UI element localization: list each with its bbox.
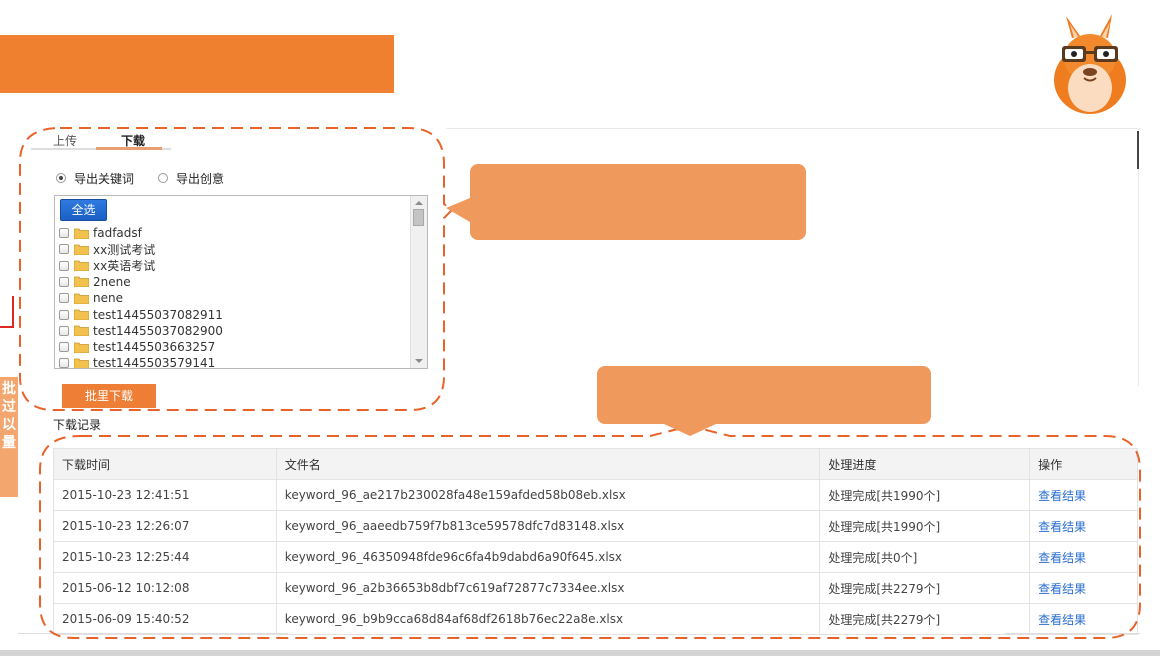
cell-progress: 处理完成[共2279个] [819,603,1031,635]
callout-bubble-top [470,164,806,240]
table-row: 2015-06-09 15:40:52 keyword_96_b9b9cca68d… [53,603,1138,635]
tab-active-indicator [96,147,162,150]
cell-progress: 处理完成[共1990个] [819,479,1031,511]
radio-export-keywords[interactable]: 导出关键词 [56,170,134,186]
checkbox[interactable] [59,309,69,320]
tree-item[interactable]: xx英语考试 [59,258,155,274]
col-progress: 处理进度 [819,448,1031,480]
table-row: 2015-06-12 10:12:08 keyword_96_a2b36653b8… [53,572,1138,604]
view-result-link[interactable]: 查看结果 [1029,603,1138,635]
checkbox[interactable] [59,342,69,353]
tree-item-label: xx英语考试 [93,259,156,274]
folder-icon [74,358,89,368]
radio-label: 导出创意 [176,171,225,186]
cell-download-time: 2015-06-09 15:40:52 [53,603,277,635]
folder-icon [74,293,89,304]
cell-file-name: keyword_96_ae217b230028fa48e159afded58b0… [275,479,821,511]
radio-label: 导出关键词 [74,171,135,186]
divider [18,633,288,634]
bottom-scroll-bar [0,650,1160,656]
radio-icon[interactable] [158,173,168,183]
tree-item-label: 2nene [93,274,131,289]
col-file-name: 文件名 [275,448,821,480]
cell-download-time: 2015-06-12 10:12:08 [53,572,277,604]
red-bracket-mark [0,296,14,328]
tree-item[interactable]: nene [59,290,123,306]
checkbox[interactable] [59,325,69,336]
radio-export-creatives[interactable]: 导出创意 [158,170,224,186]
folder-icon [74,342,89,353]
view-result-link[interactable]: 查看结果 [1029,541,1138,573]
radio-icon[interactable] [56,173,66,183]
folder-icon [74,325,89,337]
checkbox[interactable] [59,228,69,238]
list-scrollbar[interactable] [410,196,427,368]
cell-download-time: 2015-10-23 12:41:51 [53,479,277,511]
view-result-link[interactable]: 查看结果 [1029,510,1138,542]
cell-file-name: keyword_96_a2b36653b8dbf7c619af72877c733… [275,572,821,604]
tree-item[interactable]: test1445503663257 [59,339,215,355]
view-result-link[interactable]: 查看结果 [1029,572,1138,604]
left-orange-strip: 批 过 以 量 [0,377,18,497]
tree-item-label: test14455037082911 [93,307,223,322]
tree-item[interactable]: xx测试考试 [59,241,155,257]
select-all-button[interactable]: 全选 [60,199,107,221]
col-download-time: 下载时间 [53,448,277,480]
cell-download-time: 2015-10-23 12:26:07 [53,510,277,542]
llama-mascot-icon [1054,14,1126,114]
callout-bubble-bottom [597,366,931,424]
download-records-table: 下载时间 文件名 处理进度 操作 2015-10-23 12:41:51 keyw… [53,448,1138,635]
cell-file-name: keyword_96_aaeedb759f7b813ce59578dfc7d83… [275,510,821,542]
folder-icon [74,309,89,320]
cell-progress: 处理完成[共0个] [819,541,1031,573]
strip-char: 过 [2,399,16,415]
folder-icon [74,228,89,239]
scroll-up-icon[interactable] [415,201,423,205]
tree-item[interactable]: test14455037082911 [59,307,223,323]
divider [1005,633,1140,634]
folder-icon [74,276,89,288]
download-records-title: 下载记录 [53,418,102,432]
text-cursor [1137,131,1139,169]
tree-item-label: test14455037082900 [93,323,223,338]
cell-progress: 处理完成[共1990个] [819,510,1031,542]
checkbox[interactable] [59,244,69,255]
tree-item-label: xx测试考试 [93,242,156,257]
batch-download-button[interactable]: 批里下载 [62,384,156,408]
folder-icon [74,244,89,255]
checkbox[interactable] [59,276,69,287]
strip-char: 量 [2,435,16,451]
plan-tree-list[interactable]: 全选 fadfadsf xx测试考试 xx英语考试 2nene nene test1445… [54,195,428,369]
col-action: 操作 [1029,448,1138,480]
strip-char: 批 [2,381,16,397]
tree-item-label: nene [93,291,123,306]
tree-item[interactable]: test1445503579141 [59,355,216,369]
tree-item-label: fadfadsf [93,226,142,240]
callout-pointer-bottom [664,424,716,436]
cell-progress: 处理完成[共2279个] [819,572,1031,604]
checkbox[interactable] [59,358,69,368]
checkbox[interactable] [59,260,69,271]
scroll-thumb[interactable] [413,209,424,226]
table-header-row: 下载时间 文件名 处理进度 操作 [53,448,1138,480]
view-result-link[interactable]: 查看结果 [1029,479,1138,511]
callout-pointer-top [446,198,470,222]
cell-file-name: keyword_96_46350948fde96c6fa4b9dabd6a90f… [275,541,821,573]
scroll-down-icon[interactable] [415,359,423,363]
tree-item[interactable]: fadfadsf [59,225,142,241]
tree-item-label: test1445503663257 [93,340,216,355]
panel-top-border [446,128,1140,129]
cell-download-time: 2015-10-23 12:25:44 [53,541,277,573]
table-row: 2015-10-23 12:41:51 keyword_96_ae217b2300… [53,479,1138,511]
tree-item-label: test1445503579141 [93,356,216,369]
checkbox[interactable] [59,293,69,304]
tree-item[interactable]: 2nene [59,274,131,290]
top-orange-banner [0,35,394,93]
table-row: 2015-10-23 12:25:44 keyword_96_46350948fd… [53,541,1138,573]
cell-file-name: keyword_96_b9b9cca68d84af68df2618b76ec22… [275,603,821,635]
strip-char: 以 [2,417,16,433]
table-row: 2015-10-23 12:26:07 keyword_96_aaeedb759f… [53,510,1138,542]
folder-icon [74,260,89,272]
tree-item[interactable]: test14455037082900 [59,323,223,339]
